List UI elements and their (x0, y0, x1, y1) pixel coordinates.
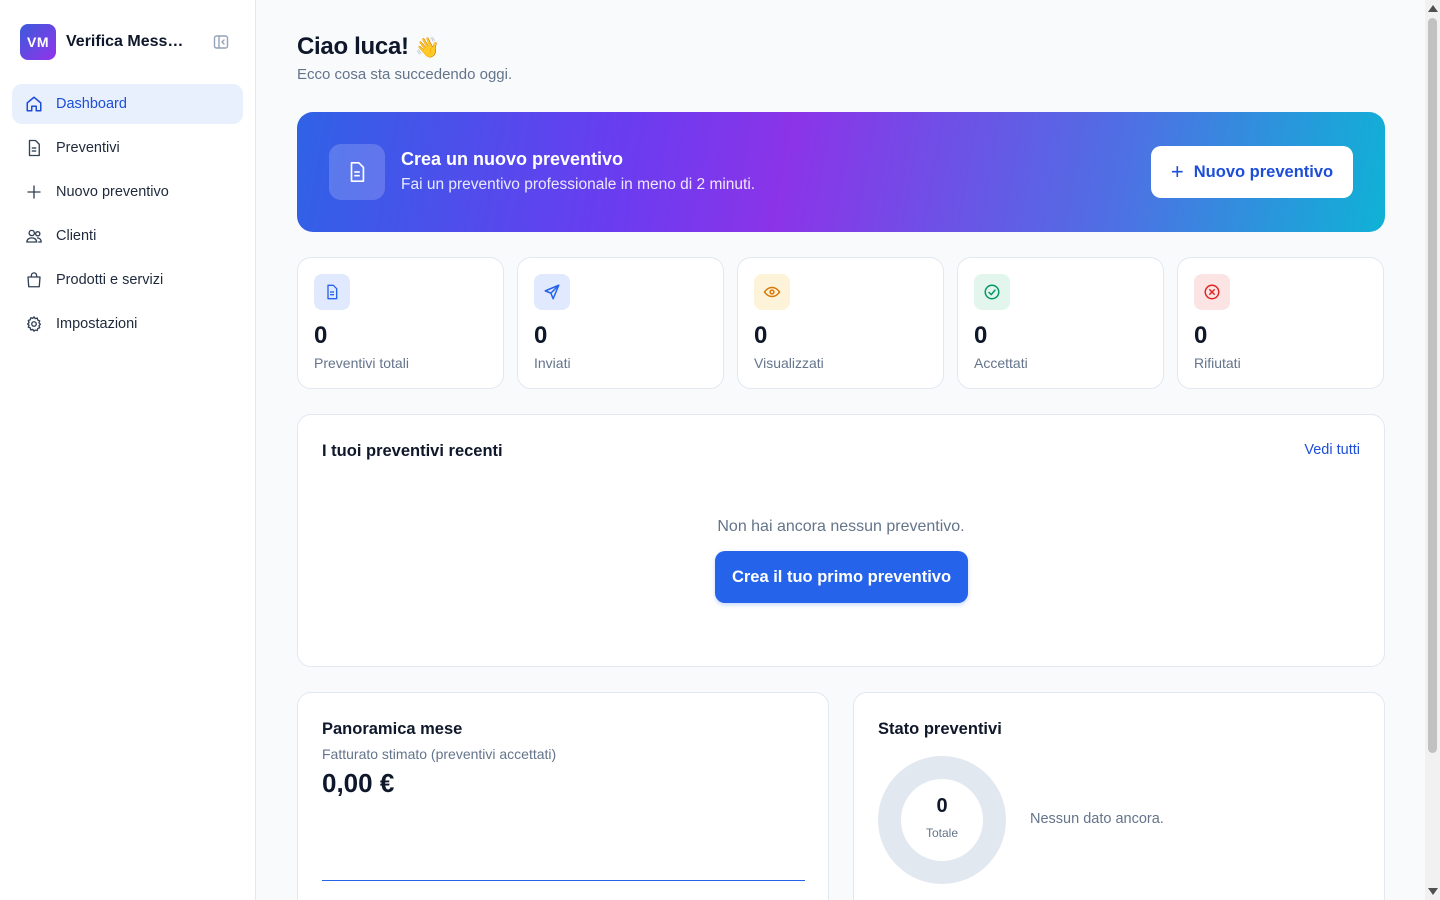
sidebar-item-preventivi[interactable]: Preventivi (12, 128, 243, 168)
sidebar-item-impostazioni[interactable]: Impostazioni (12, 304, 243, 344)
document-icon (314, 274, 350, 310)
scrollbar-thumb[interactable] (1428, 18, 1437, 753)
donut-total-label: Totale (925, 826, 959, 840)
stat-card-sent[interactable]: 0 Inviati (517, 257, 724, 389)
sidebar-item-clienti[interactable]: Clienti (12, 216, 243, 256)
banner-description: Fai un preventivo professionale in meno … (401, 176, 756, 193)
brand-name[interactable]: Verifica Messaggi (66, 33, 192, 51)
sidebar-item-dashboard[interactable]: Dashboard (12, 84, 243, 124)
month-overview-title: Panoramica mese (322, 720, 463, 738)
eye-icon (754, 274, 790, 310)
create-first-quote-button[interactable]: Crea il tuo primo preventivo (715, 551, 968, 603)
stat-label: Rifiutati (1194, 355, 1241, 371)
send-icon (534, 274, 570, 310)
stat-label: Visualizzati (754, 355, 824, 371)
sidebar-item-label: Prodotti e servizi (56, 272, 164, 288)
shopping-bag-icon (25, 271, 43, 289)
stat-label: Inviati (534, 355, 571, 371)
sidebar-item-prodotti[interactable]: Prodotti e servizi (12, 260, 243, 300)
plus-icon: + (1170, 159, 1184, 184)
revenue-chart-line (322, 880, 805, 881)
stat-label: Preventivi totali (314, 355, 409, 371)
check-circle-icon (974, 274, 1010, 310)
sidebar-item-label: Impostazioni (56, 316, 138, 332)
sidebar-nav: Dashboard Preventivi Nuovo preventivo Cl… (12, 84, 243, 348)
greeting-text: Ciao luca! (297, 33, 409, 60)
wave-emoji: 👋 (415, 37, 440, 59)
status-donut-chart: 0 Totale (878, 756, 1006, 884)
sidebar-item-label: Dashboard (56, 96, 127, 112)
quote-status-title: Stato preventivi (878, 720, 1002, 738)
recent-quotes-card: I tuoi preventivi recenti Vedi tutti Non… (297, 414, 1385, 667)
no-data-text: Nessun dato ancora. (1030, 811, 1164, 827)
estimated-revenue-value: 0,00 € (322, 768, 395, 798)
page-subtitle: Ecco cosa sta succedendo oggi. (297, 66, 513, 83)
page-scrollbar[interactable] (1425, 0, 1440, 900)
stat-value: 0 (974, 322, 988, 349)
stats-row: 0 Preventivi totali 0 Inviati 0 Visualiz… (297, 257, 1385, 389)
sidebar-collapse-icon[interactable] (212, 33, 230, 51)
stat-label: Accettati (974, 355, 1028, 371)
recent-quotes-title: I tuoi preventivi recenti (322, 442, 503, 460)
stat-value: 0 (534, 322, 548, 349)
month-overview-card: Panoramica mese Fatturato stimato (preve… (297, 692, 829, 900)
see-all-link[interactable]: Vedi tutti (1304, 442, 1360, 458)
brand: VM Verifica Messaggi (20, 24, 236, 60)
stat-card-viewed[interactable]: 0 Visualizzati (737, 257, 944, 389)
users-icon (25, 227, 43, 245)
scroll-up-arrow-icon[interactable] (1428, 5, 1438, 12)
sidebar-item-label: Clienti (56, 228, 97, 244)
plus-icon (25, 183, 43, 201)
scroll-down-arrow-icon[interactable] (1428, 888, 1438, 895)
sidebar-item-nuovo-preventivo[interactable]: Nuovo preventivo (12, 172, 243, 212)
new-quote-banner: Crea un nuovo preventivo Fai un preventi… (297, 112, 1385, 232)
stat-value: 0 (314, 322, 328, 349)
stat-value: 0 (1194, 322, 1208, 349)
empty-state-text: Non hai ancora nessun preventivo. (717, 518, 965, 535)
home-icon (25, 95, 43, 113)
stat-card-accepted[interactable]: 0 Accettati (957, 257, 1164, 389)
gear-icon (25, 315, 43, 333)
new-quote-button[interactable]: + Nuovo preventivo (1151, 146, 1353, 198)
donut-center: 0 Totale (901, 779, 983, 861)
brand-logo[interactable]: VM (20, 24, 56, 60)
page-title: Ciao luca! 👋 (297, 33, 440, 61)
month-overview-subtitle: Fatturato stimato (preventivi accettati) (322, 746, 557, 762)
sidebar: VM Verifica Messaggi Dashboard Preventiv… (0, 0, 256, 900)
quote-status-card: Stato preventivi 0 Totale Nessun dato an… (853, 692, 1385, 900)
new-quote-button-label: Nuovo preventivo (1193, 162, 1334, 181)
banner-title: Crea un nuovo preventivo (401, 149, 624, 169)
x-circle-icon (1194, 274, 1230, 310)
stat-card-total[interactable]: 0 Preventivi totali (297, 257, 504, 389)
stat-card-rejected[interactable]: 0 Rifiutati (1177, 257, 1384, 389)
document-icon (25, 139, 43, 157)
donut-total-value: 0 (936, 795, 948, 817)
stat-value: 0 (754, 322, 768, 349)
document-icon (329, 144, 385, 200)
sidebar-item-label: Preventivi (56, 140, 120, 156)
sidebar-item-label: Nuovo preventivo (56, 184, 169, 200)
